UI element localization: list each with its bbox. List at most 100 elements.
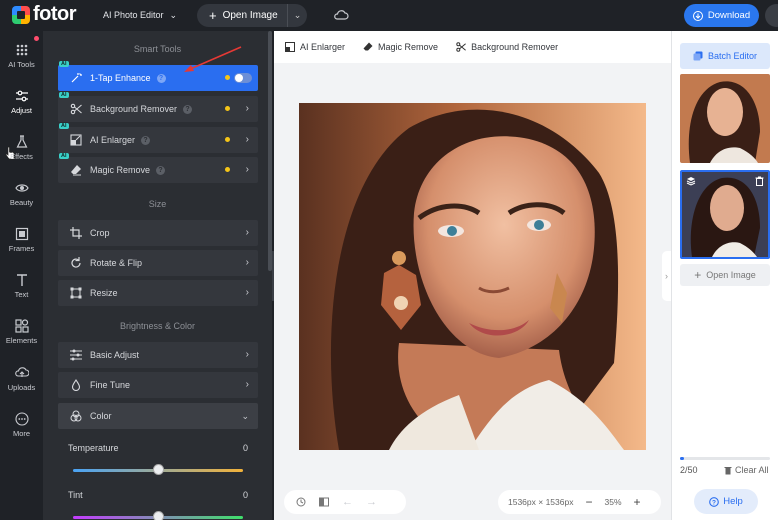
history-toolbar: ← → xyxy=(284,490,406,514)
right-panel: Batch Editor + Open Image 2/50 Clear All… xyxy=(671,31,778,520)
panel-scrollbar[interactable] xyxy=(268,31,272,271)
eraser-icon xyxy=(71,165,81,176)
temperature-slider-knob[interactable] xyxy=(153,464,164,475)
tool-label: Resize xyxy=(90,288,118,298)
history-icon[interactable] xyxy=(296,497,306,507)
tint-slider-knob[interactable] xyxy=(153,511,164,520)
rail-item-effects[interactable]: Effects xyxy=(0,133,43,173)
chevron-right-icon: › xyxy=(245,379,249,390)
help-icon[interactable]: ? xyxy=(156,165,166,175)
slider-label: Tint xyxy=(68,490,83,500)
top-bar: fotor AI Photo Editor ⌄ + Open Image ⌄ Do… xyxy=(0,0,778,31)
rail-label: Elements xyxy=(5,336,38,345)
cloud-icon[interactable] xyxy=(333,8,349,22)
chevron-right-icon: › xyxy=(245,164,249,175)
editor-mode-menu[interactable]: AI Photo Editor ⌄ xyxy=(103,10,177,21)
rail-item-frames[interactable]: Frames xyxy=(0,225,43,265)
layers-icon xyxy=(693,51,703,61)
tool-rotate-flip[interactable]: Rotate & Flip › xyxy=(58,250,258,276)
rail-label: Text xyxy=(14,290,29,299)
tool-label: Magic Remove xyxy=(90,165,151,175)
compare-icon[interactable] xyxy=(319,497,329,507)
quick-tool-background-remover[interactable]: Background Remover xyxy=(456,42,558,52)
rail-item-elements[interactable]: Elements xyxy=(0,317,43,357)
annotation-arrow-icon xyxy=(184,46,242,72)
rail-item-more[interactable]: More xyxy=(0,410,43,450)
tool-crop[interactable]: Crop › xyxy=(58,220,258,246)
rail-label: Beauty xyxy=(9,198,34,207)
tool-label: AI Enlarger xyxy=(90,135,136,145)
chevron-right-icon: › xyxy=(245,257,249,268)
help-icon: ? xyxy=(709,496,720,507)
rail-item-ai-tools[interactable]: AI Tools xyxy=(0,41,43,81)
quick-tools-bar: AI Enlarger Magic Remove Background Remo… xyxy=(274,31,671,63)
scissors-icon xyxy=(456,42,466,52)
temperature-slider-row: Temperature 0 xyxy=(68,443,248,475)
chevron-right-icon: › xyxy=(245,287,249,298)
open-image-button[interactable]: + Open Image ⌄ xyxy=(197,4,307,27)
image-thumbnail-selected[interactable] xyxy=(680,170,770,259)
redo-icon[interactable]: → xyxy=(366,496,377,508)
plus-icon: + xyxy=(694,268,702,282)
portrait-photo[interactable] xyxy=(299,103,646,450)
trash-icon[interactable] xyxy=(755,176,764,186)
tool-fine-tune[interactable]: Fine Tune › xyxy=(58,372,258,398)
slider-value: 0 xyxy=(242,490,248,500)
logo-text[interactable]: fotor xyxy=(33,3,77,26)
sliders-icon xyxy=(15,90,28,102)
tool-resize[interactable]: Resize › xyxy=(58,280,258,306)
ai-badge: AI xyxy=(59,123,69,129)
ai-badge: AI xyxy=(59,61,69,67)
eraser-icon xyxy=(363,42,373,51)
status-dot xyxy=(225,137,230,142)
help-icon[interactable]: ? xyxy=(183,104,193,114)
sliders-icon xyxy=(70,349,82,361)
rail-item-adjust[interactable]: Adjust xyxy=(0,87,43,127)
avatar[interactable] xyxy=(765,4,778,27)
tool-color[interactable]: Color ⌄ xyxy=(58,403,258,429)
batch-editor-button[interactable]: Batch Editor xyxy=(680,43,770,69)
tool-label: 1-Tap Enhance xyxy=(90,73,151,83)
frame-icon xyxy=(15,227,28,241)
fotor-logo-icon[interactable] xyxy=(12,6,30,24)
clear-all-button[interactable]: Clear All xyxy=(724,465,769,475)
zoom-out-icon[interactable]: − xyxy=(585,495,592,509)
help-icon[interactable]: ? xyxy=(156,73,166,83)
tool-ai-enlarger[interactable]: AI AI Enlarger ? › xyxy=(58,123,258,153)
quick-tool-magic-remove[interactable]: Magic Remove xyxy=(363,42,438,52)
slider-value: 0 xyxy=(242,443,248,453)
add-image-button[interactable]: + Open Image xyxy=(680,264,770,286)
magic-wand-icon xyxy=(71,73,82,83)
tool-label: Basic Adjust xyxy=(90,350,140,360)
ai-badge: AI xyxy=(59,153,69,159)
rail-label: AI Tools xyxy=(8,60,35,69)
help-icon[interactable]: ? xyxy=(141,135,151,145)
tool-basic-adjust[interactable]: Basic Adjust › xyxy=(58,342,258,368)
tool-background-remover[interactable]: AI Background Remover ? › xyxy=(58,92,258,122)
chevron-down-icon[interactable]: ⌄ xyxy=(287,4,307,27)
help-button[interactable]: ? Help xyxy=(694,489,758,514)
section-title-brightness-color: Brightness & Color xyxy=(119,321,196,331)
enlarge-icon xyxy=(285,42,295,52)
rail-item-beauty[interactable]: Beauty xyxy=(0,179,43,219)
left-rail: AI Tools Adjust Effects Beauty Frames Te… xyxy=(0,31,43,520)
expand-right-panel-button[interactable]: › xyxy=(662,251,671,301)
zoom-toolbar: 1536px × 1536px − 35% + xyxy=(498,490,661,514)
quick-tool-ai-enlarger[interactable]: AI Enlarger xyxy=(285,42,345,52)
layers-icon[interactable] xyxy=(686,176,696,186)
download-label: Download xyxy=(707,10,751,21)
section-title-size: Size xyxy=(148,199,167,209)
zoom-level[interactable]: 35% xyxy=(604,497,621,507)
droplet-icon xyxy=(71,379,81,391)
zoom-in-icon[interactable]: + xyxy=(634,495,641,509)
rail-item-uploads[interactable]: Uploads xyxy=(0,364,43,404)
download-button[interactable]: Download xyxy=(684,4,759,27)
help-label: Help xyxy=(723,496,743,507)
tool-magic-remove[interactable]: AI Magic Remove ? › xyxy=(58,153,258,183)
rail-item-text[interactable]: Text xyxy=(0,271,43,311)
chevron-right-icon: › xyxy=(245,134,249,145)
image-thumbnail[interactable] xyxy=(680,74,770,163)
undo-icon[interactable]: ← xyxy=(342,496,353,508)
svg-text:?: ? xyxy=(712,499,716,506)
enlarge-icon xyxy=(70,134,82,146)
